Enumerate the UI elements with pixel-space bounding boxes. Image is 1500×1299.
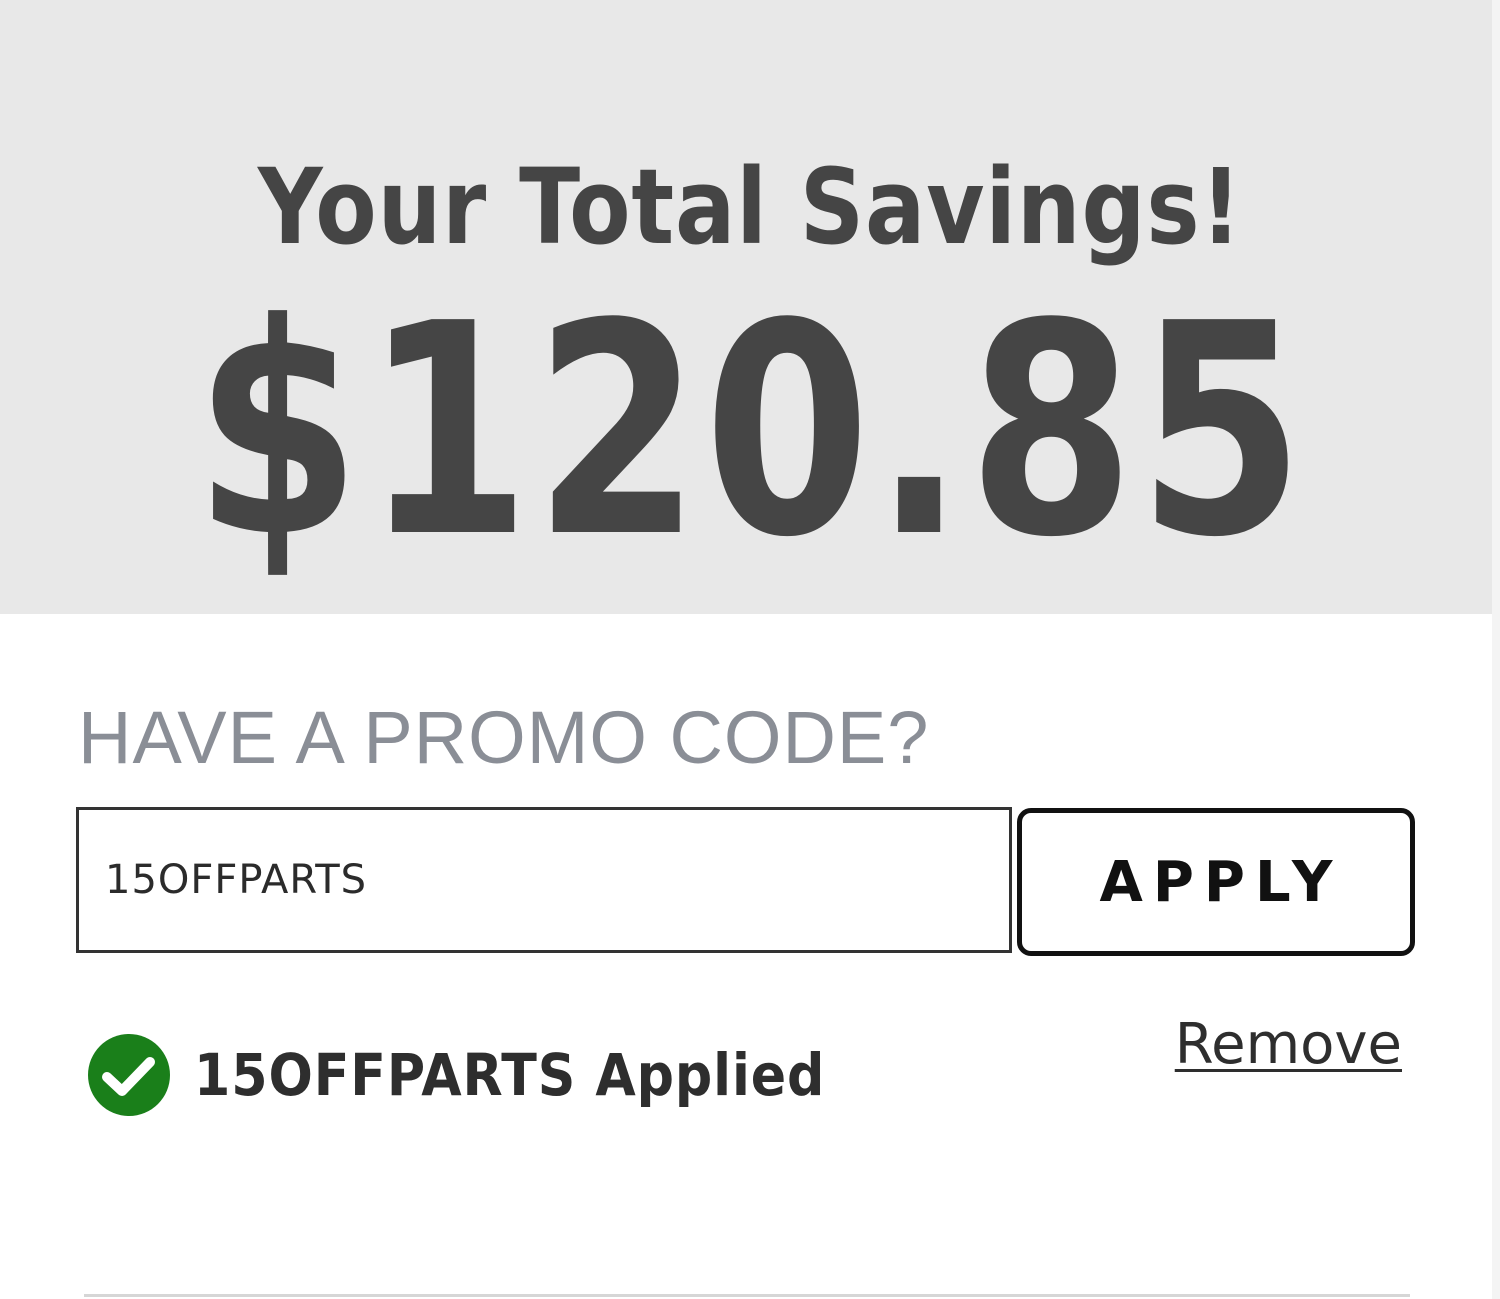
check-circle-icon	[88, 1034, 170, 1116]
savings-amount: $120.85	[194, 261, 1308, 601]
apply-button[interactable]: APPLY	[1017, 808, 1415, 956]
savings-title: Your Total Savings!	[257, 146, 1243, 268]
promo-code-input[interactable]	[76, 807, 1012, 953]
promo-code-heading: HAVE A PROMO CODE?	[78, 696, 930, 779]
applied-promo-text: 15OFFPARTS Applied	[194, 1041, 826, 1109]
scroll-edge	[1492, 0, 1500, 1299]
savings-panel: Your Total Savings! $120.85	[0, 0, 1492, 614]
divider	[84, 1294, 1410, 1297]
remove-promo-link[interactable]: Remove	[1175, 1010, 1402, 1080]
promo-applied-status: 15OFFPARTS Applied	[86, 1030, 895, 1120]
